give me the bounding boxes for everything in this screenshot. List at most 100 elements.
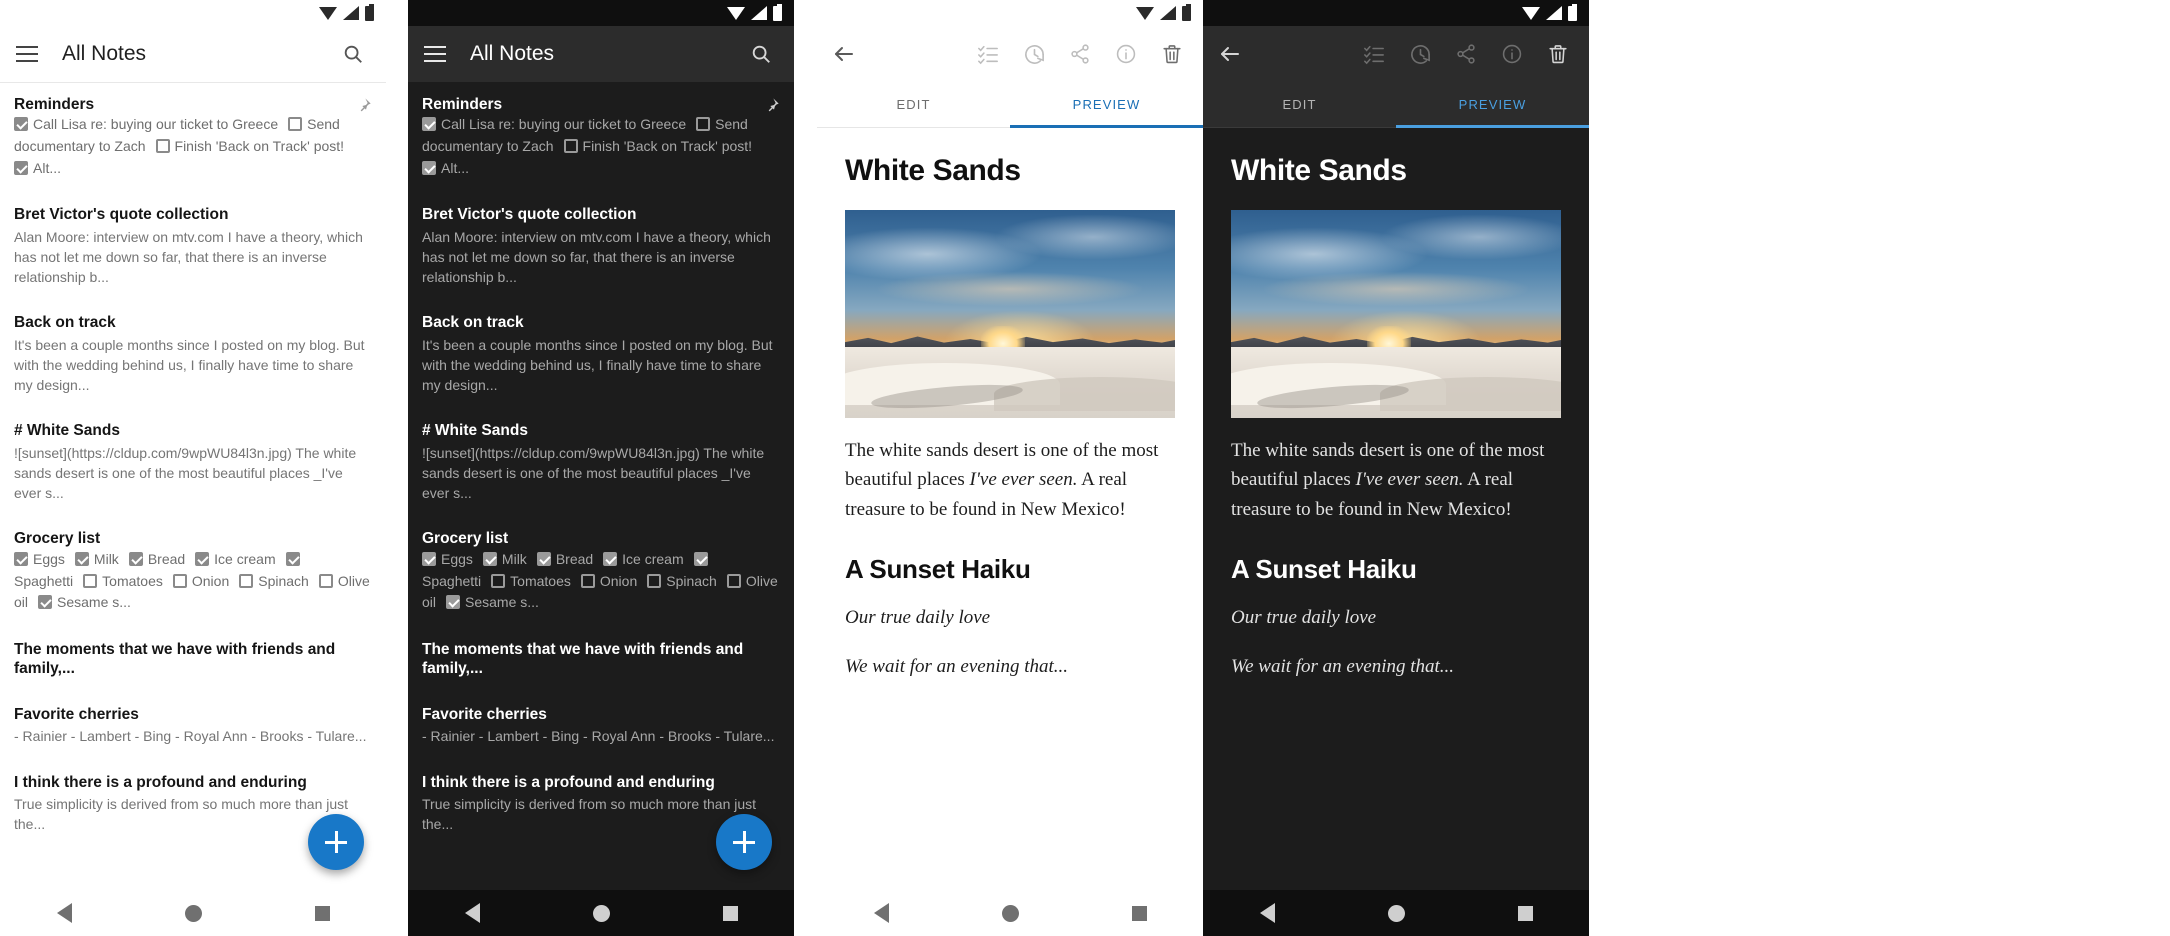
history-icon[interactable] [1017,37,1051,71]
haiku-line-2: We wait for an evening that... [845,655,1069,677]
add-note-button[interactable] [308,814,364,870]
pin-icon[interactable] [764,97,780,118]
checkbox-checked[interactable] [38,595,53,610]
checkbox-unchecked[interactable] [563,139,578,154]
checkbox-unchecked[interactable] [288,117,303,132]
checkbox-checked[interactable] [693,551,708,566]
checkbox-checked[interactable] [14,117,28,132]
note-title: Reminders [422,96,503,113]
checklist-icon[interactable] [1357,37,1391,71]
nav-home-circle-icon[interactable] [592,904,610,922]
status-bar [1203,0,1589,26]
checkbox-checked[interactable] [603,551,618,566]
checkbox-checked[interactable] [14,160,28,175]
hamburger-icon[interactable] [424,46,446,62]
wifi-icon [1522,6,1540,20]
list-item[interactable]: Back on track It's been a couple months … [0,301,386,409]
checkbox-checked[interactable] [285,551,300,566]
note-body: Alan Moore: interview on mtv.com I have … [422,228,771,285]
battery-icon [1182,3,1191,21]
note-list[interactable]: Reminders Call Lisa re: buying our ticke… [408,83,794,849]
document-subheading: A Sunset Haiku [1231,554,1417,585]
note-list[interactable]: Reminders Call Lisa re: buying our ticke… [0,83,386,849]
paragraph-emphasis: I've ever seen. [1355,469,1464,491]
nav-recents-square-icon[interactable] [722,905,738,921]
nav-recents-square-icon[interactable] [314,905,330,921]
checkbox-checked[interactable] [14,551,28,566]
list-item[interactable]: Reminders Call Lisa re: buying our ticke… [408,83,794,193]
list-item[interactable]: Bret Victor's quote collection Alan Moor… [408,193,794,301]
checkbox-checked[interactable] [195,551,210,566]
back-arrow-icon[interactable] [1213,37,1247,71]
checkbox-checked[interactable] [422,551,436,566]
checkbox-unchecked[interactable] [580,573,595,588]
list-item[interactable]: The moments that we have with friends an… [0,628,386,693]
info-icon[interactable] [1495,37,1529,71]
checkbox-unchecked[interactable] [83,573,98,588]
phone-note-preview-light: EDIT PREVIEW White Sands The white sands… [817,0,1203,936]
nav-recents-square-icon[interactable] [1517,905,1533,921]
info-icon[interactable] [1109,37,1143,71]
history-icon[interactable] [1403,37,1437,71]
search-icon[interactable] [336,37,370,71]
tab-edit[interactable]: EDIT [817,82,1010,127]
checkbox-checked[interactable] [422,117,436,132]
nav-recents-square-icon[interactable] [1131,905,1147,921]
list-item[interactable]: Grocery list Eggs Milk Bread Ice creamSpagh… [0,517,386,627]
tab-preview[interactable]: PREVIEW [1396,82,1589,128]
haiku-line-1: Our true daily love [845,607,991,629]
note-checklist-preview: Call Lisa re: buying our ticket to Greec… [422,116,753,176]
tab-edit[interactable]: EDIT [1203,82,1396,127]
nav-back-triangle-icon[interactable] [1259,903,1275,923]
list-item[interactable]: Reminders Call Lisa re: buying our ticke… [0,83,386,193]
trash-icon[interactable] [1541,37,1575,71]
note-body: ![sunset](https://cldup.com/9wpWU84l3n.j… [422,444,765,501]
checkbox-unchecked[interactable] [239,573,254,588]
checkbox-unchecked[interactable] [647,573,662,588]
nav-back-triangle-icon[interactable] [873,903,889,923]
nav-back-triangle-icon[interactable] [56,903,72,923]
checkbox-unchecked[interactable] [155,139,170,154]
checkbox-checked[interactable] [128,551,143,566]
list-item[interactable]: Back on track It's been a couple months … [408,301,794,409]
checkbox-unchecked[interactable] [696,117,711,132]
checkbox-unchecked[interactable] [172,573,187,588]
checkbox-unchecked[interactable] [491,573,506,588]
wifi-icon [727,6,745,20]
search-icon[interactable] [744,37,778,71]
nav-home-circle-icon[interactable] [184,904,202,922]
list-item[interactable]: Grocery list Eggs Milk Bread Ice creamSpagh… [408,517,794,627]
list-item[interactable]: # White Sands ![sunset](https://cldup.co… [0,409,386,517]
add-note-button[interactable] [716,814,772,870]
tab-preview[interactable]: PREVIEW [1010,82,1203,128]
editor-toolbar [817,26,1203,82]
checkbox-checked[interactable] [482,551,497,566]
list-item[interactable]: Bret Victor's quote collection Alan Moor… [0,193,386,301]
checkbox-checked[interactable] [536,551,551,566]
share-icon[interactable] [1063,37,1097,71]
editor-toolbar [1203,26,1589,82]
battery-icon [365,3,374,21]
list-item[interactable]: Favorite cherries - Rainier - Lambert - … [408,693,794,761]
plus-icon [733,831,755,853]
list-item[interactable]: # White Sands ![sunset](https://cldup.co… [408,409,794,517]
checkbox-checked[interactable] [74,551,89,566]
hamburger-icon[interactable] [16,46,38,62]
note-title: The moments that we have with friends an… [422,640,744,678]
nav-back-triangle-icon[interactable] [464,903,480,923]
checkbox-checked[interactable] [446,595,461,610]
wifi-icon [1136,6,1154,20]
checklist-icon[interactable] [971,37,1005,71]
checkbox-unchecked[interactable] [318,573,333,588]
trash-icon[interactable] [1155,37,1189,71]
checkbox-unchecked[interactable] [726,573,741,588]
list-item[interactable]: The moments that we have with friends an… [408,628,794,693]
nav-home-circle-icon[interactable] [1001,904,1019,922]
checkbox-checked[interactable] [422,160,436,175]
status-bar [408,0,794,26]
nav-home-circle-icon[interactable] [1387,904,1405,922]
share-icon[interactable] [1449,37,1483,71]
pin-icon[interactable] [356,97,372,118]
list-item[interactable]: Favorite cherries - Rainier - Lambert - … [0,693,386,761]
back-arrow-icon[interactable] [827,37,861,71]
